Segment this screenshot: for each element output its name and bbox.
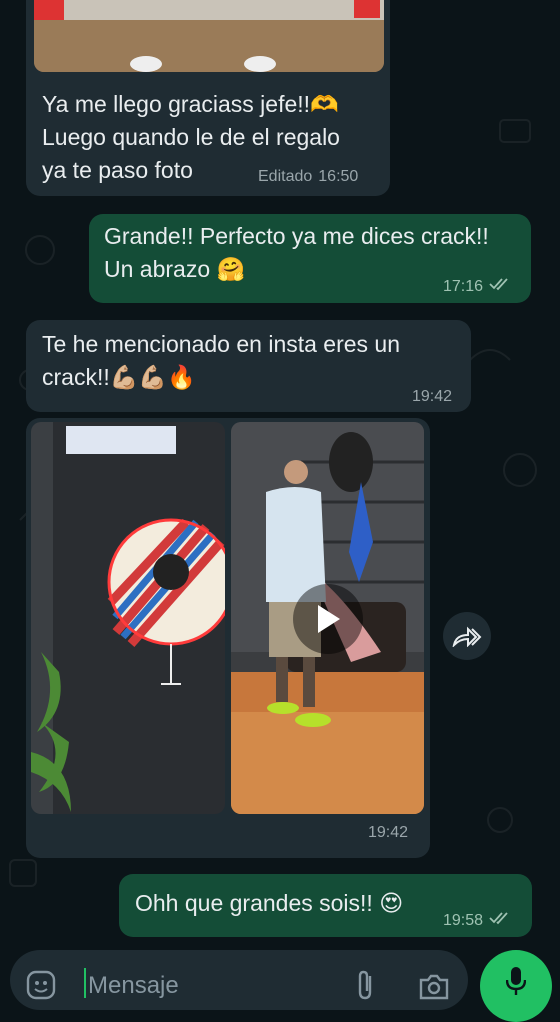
- message-meta: 17:16: [443, 277, 511, 296]
- message-meta: Editado 16:50: [258, 168, 358, 186]
- text-caret: [84, 968, 86, 998]
- edited-label: Editado: [258, 168, 313, 185]
- message-bubble-outgoing[interactable]: Grande!! Perfecto ya me dices crack!! Un…: [89, 214, 531, 303]
- message-bubble-incoming[interactable]: Te he mencionado en insta eres un crack!…: [26, 320, 471, 412]
- message-time: 19:42: [412, 388, 453, 405]
- message-text: Te he mencionado en insta eres un crack!…: [42, 331, 401, 390]
- message-bubble-outgoing[interactable]: Ohh que grandes sois!! 😍 19:58: [119, 874, 532, 937]
- message-text: Ohh que grandes sois!! 😍: [135, 890, 404, 916]
- double-check-icon: [489, 911, 511, 930]
- mic-button[interactable]: [480, 950, 552, 1022]
- double-check-icon: [489, 277, 511, 296]
- message-bubble-incoming[interactable]: Ya me llego graciass jefe!!🫶 Luego quand…: [26, 0, 390, 196]
- forward-icon[interactable]: [443, 612, 491, 660]
- play-icon[interactable]: [293, 584, 363, 654]
- message-input[interactable]: Mensaje: [10, 950, 468, 1010]
- composer-bar: Mensaje: [0, 950, 560, 1022]
- image-attachment[interactable]: [34, 0, 384, 72]
- message-meta: 19:42: [412, 388, 452, 406]
- message-time: 19:42: [368, 824, 409, 841]
- video-attachment[interactable]: [231, 422, 424, 814]
- message-time: 17:16: [443, 277, 484, 295]
- message-input-placeholder: Mensaje: [88, 972, 179, 999]
- message-bubble-media[interactable]: 19:42: [26, 418, 430, 858]
- message-meta: 19:42: [368, 824, 408, 842]
- message-time: 16:50: [318, 168, 359, 185]
- message-meta: 19:58: [443, 911, 511, 930]
- camera-icon[interactable]: [418, 972, 450, 1005]
- sticker-icon[interactable]: [26, 970, 56, 1005]
- attach-icon[interactable]: [354, 970, 378, 1005]
- mic-icon: [505, 966, 527, 1001]
- message-time: 19:58: [443, 911, 484, 929]
- image-attachment[interactable]: [31, 422, 225, 814]
